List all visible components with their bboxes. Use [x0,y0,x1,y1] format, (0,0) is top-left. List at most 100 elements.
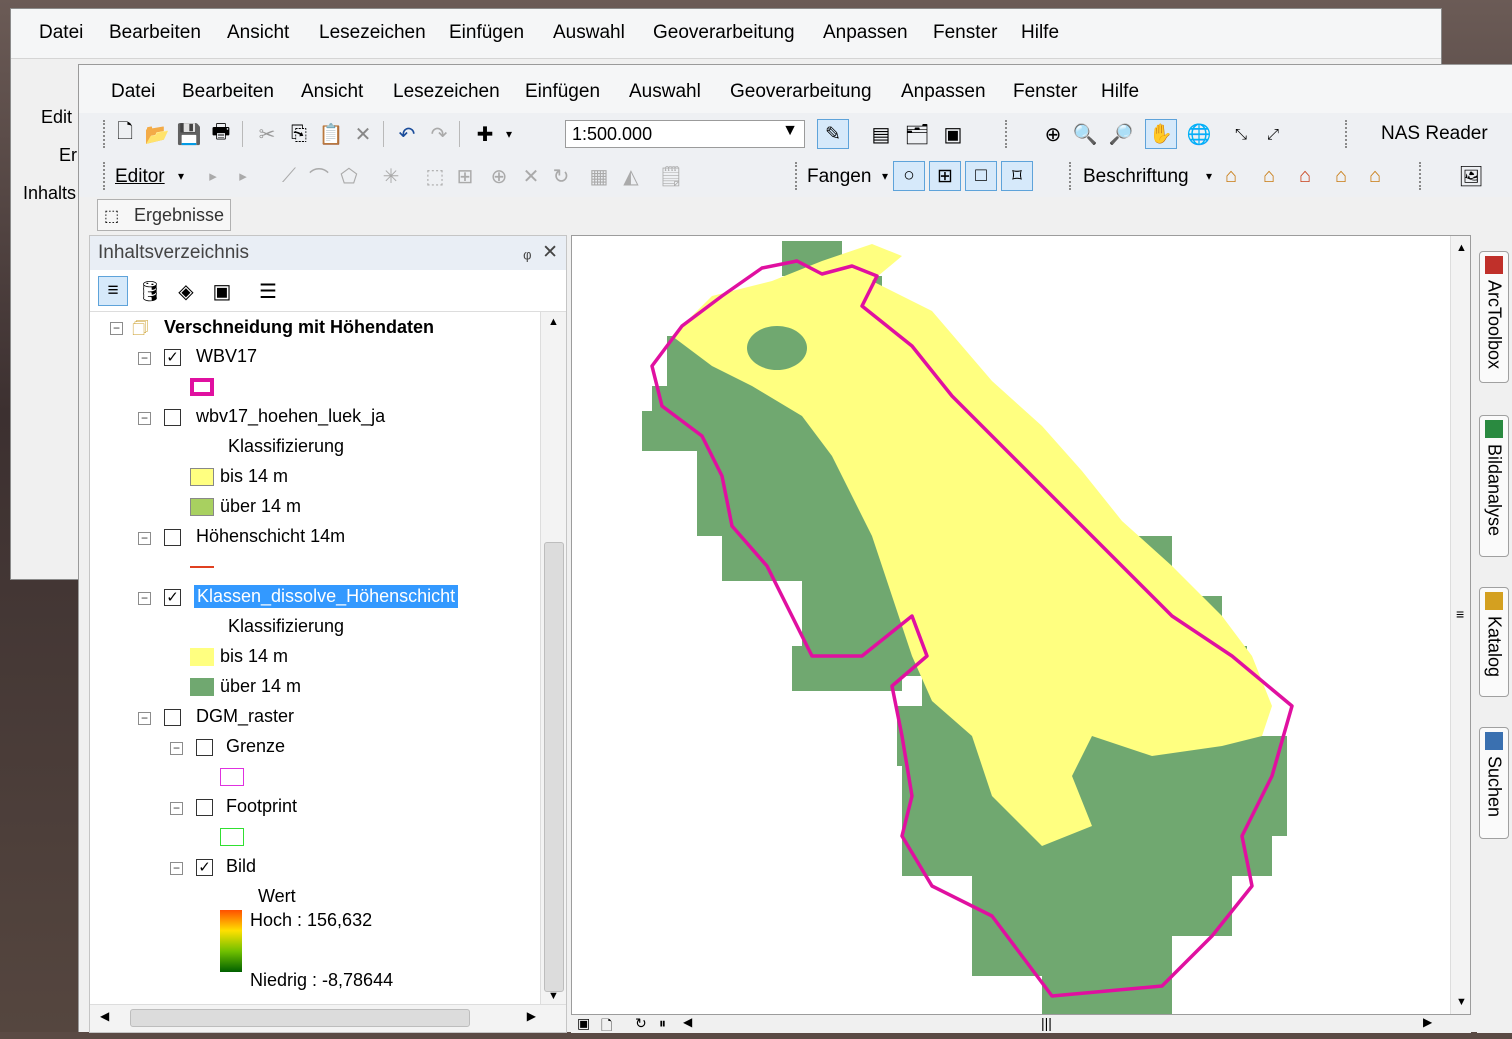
menu-anpassen[interactable]: Anpassen [901,81,986,103]
toolbar-grip[interactable] [103,162,107,190]
collapse-icon[interactable]: − [170,862,183,875]
back-menu-ansicht[interactable]: Ansicht [227,22,289,44]
list-by-source-icon[interactable]: 🛢 [137,279,162,303]
cut-polygons-icon[interactable]: ⊕ [487,164,511,188]
map-view[interactable]: ▲ ≡ ▼ [571,235,1471,1016]
lock-labels-icon[interactable]: ⌂ [1329,164,1353,188]
table-of-contents-icon[interactable]: ▤ [869,122,893,146]
layer-visibility-checkbox[interactable] [164,409,181,426]
layer-name-footprint[interactable]: Footprint [226,796,297,817]
layer-name-dgm[interactable]: DGM_raster [196,706,294,727]
fangen-menu-button[interactable]: Fangen [807,166,871,188]
yellow-swatch[interactable] [190,648,214,666]
cut-icon[interactable]: ✂ [255,122,279,146]
back-menu-hilfe[interactable]: Hilfe [1021,22,1059,44]
layout-view-icon[interactable]: 🗋 [601,1015,612,1039]
toolbar-grip[interactable] [1345,120,1349,148]
yellow-swatch[interactable] [190,468,214,486]
scroll-right-icon[interactable]: ▶ [527,1009,536,1023]
dock-tab-suchen[interactable]: Suchen [1479,727,1509,839]
create-features-icon[interactable]: 🗒 [658,164,683,188]
collapse-icon[interactable]: − [110,322,123,335]
back-menu-fenster[interactable]: Fenster [933,22,997,44]
back-er-label[interactable]: Er [59,145,77,166]
wbv17-symbol[interactable] [190,378,214,396]
split-icon[interactable]: ✕ [519,164,543,188]
options-icon[interactable]: ☰ [256,279,280,303]
scroll-grip-icon[interactable]: ≡ [1456,606,1464,622]
collapse-icon[interactable]: − [138,352,151,365]
toolbar-grip[interactable] [1069,162,1073,190]
back-menu-geoverarbeitung[interactable]: Geoverarbeitung [653,22,795,44]
delete-icon[interactable]: ✕ [351,122,375,146]
map-canvas[interactable] [572,236,1470,1016]
scroll-left-icon[interactable]: ◀ [100,1009,109,1023]
end-snapping-icon[interactable]: ⊞ [929,161,961,191]
redo-icon[interactable]: ↷ [427,122,451,146]
layer-name-grenze[interactable]: Grenze [226,736,285,757]
scroll-left-icon[interactable]: ◀ [683,1015,692,1029]
menu-fenster[interactable]: Fenster [1013,81,1077,103]
menu-ansicht[interactable]: Ansicht [301,81,363,103]
nas-reader-label[interactable]: NAS Reader [1381,123,1488,145]
editor-dropdown-icon[interactable]: ▾ [169,164,193,188]
layer-name-hoehen[interactable]: wbv17_hoehen_luek_ja [196,406,385,427]
pan-tool-icon[interactable]: ✋ [1145,119,1177,149]
layer-name-hoehenschicht[interactable]: Höhenschicht 14m [196,526,345,547]
pause-labeling-icon[interactable]: ⌂ [1363,164,1387,188]
edit-tool-icon[interactable]: ▸ [201,164,225,188]
dock-tab-arctoolbox[interactable]: ArcToolbox [1479,251,1509,383]
layer-visibility-checkbox[interactable] [164,709,181,726]
label-manager-icon[interactable]: ⌂ [1219,164,1243,188]
layer-visibility-checkbox[interactable] [196,799,213,816]
toolbar-grip[interactable] [103,120,107,148]
edge-snapping-icon[interactable]: ⌑ [1001,161,1033,191]
scroll-up-icon[interactable]: ▲ [1456,242,1467,254]
beschriftung-menu-button[interactable]: Beschriftung [1083,166,1189,188]
collapse-icon[interactable]: − [170,742,183,755]
back-edit-label[interactable]: Edit [41,107,72,128]
map-scale-combo[interactable]: 1:500.000 ▼ [565,120,805,148]
refresh-icon[interactable]: ↻ [635,1015,647,1032]
scroll-down-icon[interactable]: ▼ [548,990,559,1002]
layer-visibility-checkbox[interactable]: ✓ [196,859,213,876]
menu-auswahl[interactable]: Auswahl [629,81,701,103]
toolbar-grip[interactable] [795,162,799,190]
add-data-icon[interactable]: ✚ [473,122,497,146]
sketch-properties-icon[interactable]: ◭ [619,164,643,188]
layer-name-bild[interactable]: Bild [226,856,256,877]
elevation-ramp[interactable] [220,910,242,972]
menu-geoverarbeitung[interactable]: Geoverarbeitung [730,81,872,103]
group-layer-name[interactable]: Verschneidung mit Höhendaten [164,317,434,338]
trace-icon[interactable]: ⬠ [337,164,361,188]
fixed-zoom-out-icon[interactable]: ⤢ [1261,122,1285,146]
search-window-icon[interactable]: ▣ [941,122,965,146]
menu-lesezeichen[interactable]: Lesezeichen [393,81,500,103]
label-priority-icon[interactable]: ⌂ [1257,164,1281,188]
layer-name-wbv17[interactable]: WBV17 [196,346,257,367]
grenze-symbol[interactable] [220,768,244,786]
undo-icon[interactable]: ↶ [395,122,419,146]
rotate-icon[interactable]: ↻ [549,164,573,188]
collapse-icon[interactable]: − [138,532,151,545]
layer-visibility-checkbox[interactable]: ✓ [164,589,181,606]
close-icon[interactable]: ✕ [542,242,558,263]
toolbar-grip[interactable] [1419,162,1423,190]
back-menu-einfuegen[interactable]: Einfügen [449,22,524,44]
editor-menu-button[interactable]: Editor [115,166,165,188]
list-by-drawing-order-icon[interactable]: ≡ [98,276,128,306]
layer-name-klassen-selected[interactable]: Klassen_dissolve_Höhenschicht [194,585,459,608]
fixed-zoom-in-icon[interactable]: ⤡ [1229,122,1253,146]
back-menu-anpassen[interactable]: Anpassen [823,22,908,44]
add-data-dropdown-icon[interactable]: ▾ [497,122,521,146]
label-weight-icon[interactable]: ⌂ [1293,164,1317,188]
end-point-arc-icon[interactable]: ⌒ [307,164,331,190]
menu-datei[interactable]: Datei [111,81,155,103]
zoom-out-icon[interactable]: 🔎 [1109,122,1134,146]
pause-drawing-icon[interactable]: ⏸ [659,1015,666,1032]
line-symbol[interactable] [190,566,214,568]
reshape-icon[interactable]: ⊞ [453,164,477,188]
ergebnisse-tab[interactable]: ⬚ Ergebnisse [97,199,231,231]
edit-vertices-icon[interactable]: ⬚ [423,164,447,188]
beschriftung-dropdown-icon[interactable]: ▾ [1197,164,1221,188]
